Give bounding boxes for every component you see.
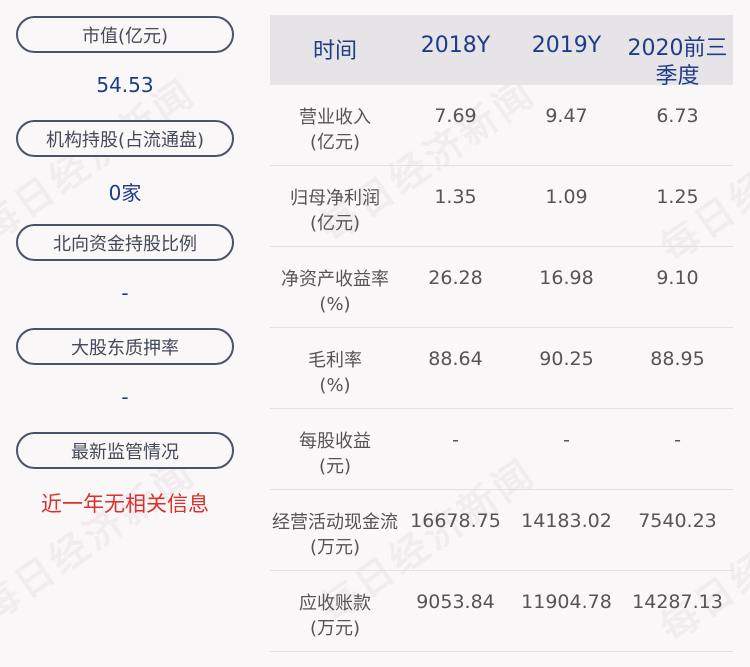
row-label-name: 归母净利润 — [290, 188, 380, 209]
cell-2020q3: - — [674, 429, 681, 451]
table-row: 净资产收益率 (%) 26.28 16.98 9.10 — [270, 247, 733, 328]
row-label-unit: (亿元) — [309, 213, 361, 234]
cell-2018: 88.64 — [428, 348, 483, 370]
row-label-name: 毛利率 — [308, 350, 362, 371]
cell-2018: 7.69 — [434, 105, 477, 127]
table-row: 应收账款 (万元) 9053.84 11904.78 14287.13 — [270, 571, 733, 652]
table-row: 归母净利润 (亿元) 1.35 1.09 1.25 — [270, 166, 733, 247]
table-row: 营业收入 (亿元) 7.69 9.47 6.73 — [270, 85, 733, 166]
cell-2018: 16678.75 — [410, 510, 501, 532]
row-label-name: 净资产收益率 — [281, 269, 389, 290]
cell-2020q3: 7540.23 — [638, 510, 717, 532]
row-label-unit: (万元) — [309, 537, 361, 558]
row-label: 每股收益 (元) — [270, 409, 400, 479]
row-label-unit: (万元) — [309, 618, 361, 639]
row-label: 净资产收益率 (%) — [270, 247, 400, 317]
cell-2018: 26.28 — [428, 267, 483, 289]
financial-table: 时间 2018Y 2019Y 2020前三季度 营业收入 (亿元) 7.69 9… — [270, 15, 733, 652]
stock-summary-panel: 市值(亿元) 54.53 机构持股(占流通盘) 0家 北向资金持股比例 - 大股… — [0, 0, 250, 667]
cell-2020q3: 1.25 — [656, 186, 699, 208]
row-label: 经营活动现金流 (万元) — [270, 490, 400, 560]
market-cap-value: 54.53 — [96, 73, 154, 97]
cell-2020q3: 6.73 — [656, 105, 699, 127]
row-label-name: 每股收益 — [299, 431, 371, 452]
major-pledge-label: 大股东质押率 — [16, 328, 234, 365]
cell-2018: 9053.84 — [416, 591, 495, 613]
row-label-name: 应收账款 — [299, 593, 371, 614]
row-label-name: 营业收入 — [299, 107, 371, 128]
cell-2020q3: 9.10 — [656, 267, 699, 289]
row-label-name: 经营活动现金流 — [272, 512, 398, 533]
row-label-unit: (亿元) — [309, 132, 361, 153]
cell-2019: 14183.02 — [521, 510, 612, 532]
row-label-unit: (%) — [319, 294, 351, 315]
row-label: 营业收入 (亿元) — [270, 85, 400, 155]
row-label: 归母净利润 (亿元) — [270, 166, 400, 236]
institutional-holding-label: 机构持股(占流通盘) — [16, 120, 234, 157]
regulatory-status-label: 最新监管情况 — [16, 432, 234, 469]
cell-2019: 11904.78 — [521, 591, 612, 613]
market-cap-label: 市值(亿元) — [16, 16, 234, 53]
table-row: 经营活动现金流 (万元) 16678.75 14183.02 7540.23 — [270, 490, 733, 571]
cell-2019: 90.25 — [539, 348, 594, 370]
northbound-holding-value: - — [121, 281, 129, 305]
institutional-holding-value: 0家 — [108, 181, 142, 205]
northbound-holding-label: 北向资金持股比例 — [16, 224, 234, 261]
cell-2020q3: 14287.13 — [632, 591, 723, 613]
row-label: 毛利率 (%) — [270, 328, 400, 398]
cell-2018: - — [452, 429, 459, 451]
header-2020q3: 2020前三季度 — [627, 36, 728, 89]
cell-2019: - — [563, 429, 570, 451]
row-label: 应收账款 (万元) — [270, 571, 400, 641]
row-label-unit: (%) — [319, 375, 351, 396]
major-pledge-value: - — [121, 385, 129, 409]
row-label-unit: (元) — [318, 456, 352, 477]
cell-2019: 16.98 — [539, 267, 594, 289]
header-2018: 2018Y — [420, 33, 491, 58]
table-header: 时间 2018Y 2019Y 2020前三季度 — [270, 15, 733, 89]
cell-2020q3: 88.95 — [650, 348, 705, 370]
header-time: 时间 — [312, 39, 357, 64]
table-row: 毛利率 (%) 88.64 90.25 88.95 — [270, 328, 733, 409]
cell-2019: 9.47 — [545, 105, 588, 127]
regulatory-status-value: 近一年无相关信息 — [41, 492, 209, 516]
header-2019: 2019Y — [531, 33, 602, 58]
cell-2018: 1.35 — [434, 186, 477, 208]
table-row: 每股收益 (元) - - - — [270, 409, 733, 490]
cell-2019: 1.09 — [545, 186, 588, 208]
